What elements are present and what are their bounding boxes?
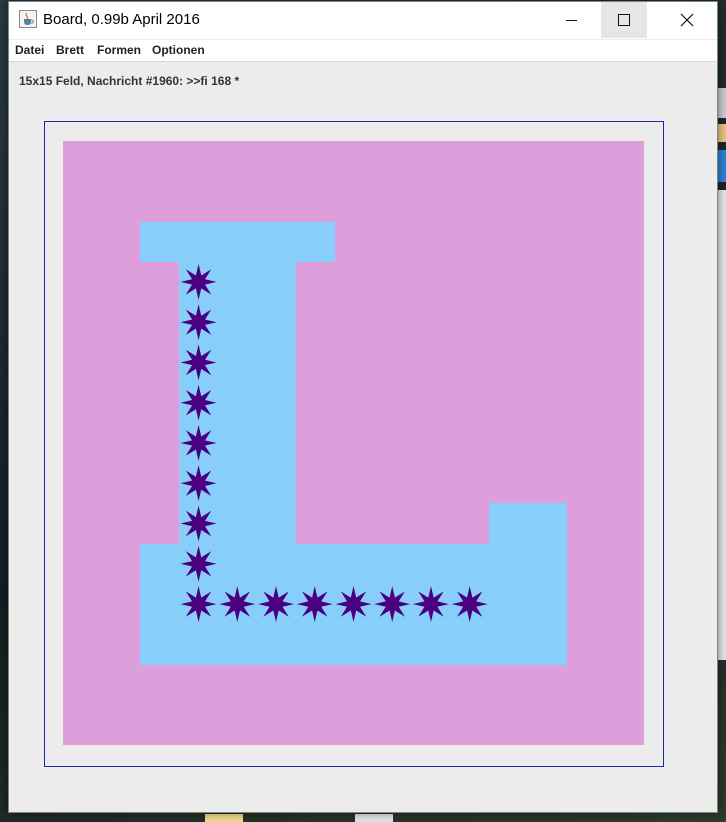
shape-cell[interactable]	[217, 261, 258, 303]
shape-cell[interactable]	[334, 543, 374, 585]
title-bar[interactable]: Board, 0.99b April 2016	[9, 2, 717, 39]
shape-cell[interactable]	[179, 302, 219, 343]
shape-cell[interactable]	[140, 583, 180, 625]
java-cup-icon	[19, 10, 37, 28]
window-title: Board, 0.99b April 2016	[43, 11, 200, 28]
shape-cell[interactable]	[527, 503, 568, 545]
shape-cell[interactable]	[256, 583, 296, 625]
shape-cell[interactable]	[179, 543, 219, 585]
shape-cell[interactable]	[295, 624, 335, 666]
shape-cell[interactable]	[217, 583, 258, 625]
shape-cell[interactable]	[217, 503, 258, 545]
shape-cell[interactable]	[527, 543, 568, 585]
shape-cell[interactable]	[527, 624, 568, 666]
shape-cell[interactable]	[295, 221, 335, 263]
shape-cell[interactable]	[179, 221, 219, 263]
shape-cell[interactable]	[256, 342, 296, 384]
menu-formen[interactable]: Formen	[97, 43, 141, 57]
shape-cell[interactable]	[489, 583, 529, 625]
menu-optionen[interactable]: Optionen	[152, 43, 205, 57]
close-icon	[680, 13, 694, 27]
shape-cell[interactable]	[489, 543, 529, 585]
shape-cell[interactable]	[527, 583, 568, 625]
shape-cell[interactable]	[179, 382, 219, 424]
menu-datei[interactable]: Datei	[15, 43, 44, 57]
shape-cell[interactable]	[140, 624, 180, 666]
shape-cell[interactable]	[217, 221, 258, 263]
shape-cell[interactable]	[256, 543, 296, 585]
board-field[interactable]	[63, 141, 644, 745]
desktop-icon	[205, 814, 243, 822]
shape-cell[interactable]	[372, 624, 413, 666]
shape-cell[interactable]	[334, 583, 374, 625]
status-message: 15x15 Feld, Nachricht #1960: >>fi 168 *	[19, 74, 240, 88]
shape-cell[interactable]	[217, 422, 258, 464]
shape-cell[interactable]	[411, 624, 451, 666]
menu-brett[interactable]: Brett	[56, 43, 84, 57]
shape-cell[interactable]	[256, 422, 296, 464]
shape-cell[interactable]	[217, 624, 258, 666]
shape-cell[interactable]	[295, 583, 335, 625]
shape-cell[interactable]	[140, 543, 180, 585]
shape-cell[interactable]	[411, 543, 451, 585]
shape-cell[interactable]	[256, 624, 296, 666]
shape-cell[interactable]	[179, 463, 219, 504]
shape-cell[interactable]	[256, 221, 296, 263]
desktop-icon	[355, 814, 393, 822]
shape-cell[interactable]	[217, 463, 258, 504]
maximize-icon	[618, 14, 630, 26]
shape-cell[interactable]	[489, 503, 529, 545]
minimize-button[interactable]	[548, 2, 594, 38]
shape-cell[interactable]	[179, 624, 219, 666]
minimize-icon	[566, 20, 577, 21]
shape-cell[interactable]	[179, 422, 219, 464]
shape-cell[interactable]	[217, 342, 258, 384]
shape-cell[interactable]	[217, 382, 258, 424]
close-button[interactable]	[663, 2, 709, 38]
shape-cell[interactable]	[372, 543, 413, 585]
shape-cell[interactable]	[256, 261, 296, 303]
shape-cell[interactable]	[450, 583, 490, 625]
shape-cell[interactable]	[450, 624, 490, 666]
shape-cell[interactable]	[179, 342, 219, 384]
maximize-button[interactable]	[601, 2, 647, 38]
shape-cell[interactable]	[217, 302, 258, 343]
shape-cell[interactable]	[217, 543, 258, 585]
shape-cell[interactable]	[140, 221, 180, 263]
shape-cell[interactable]	[411, 583, 451, 625]
shape-cell[interactable]	[179, 261, 219, 303]
shape-cell[interactable]	[334, 624, 374, 666]
shape-cell[interactable]	[256, 503, 296, 545]
shape-cell[interactable]	[295, 543, 335, 585]
shape-cell[interactable]	[256, 302, 296, 343]
shape-cell[interactable]	[256, 382, 296, 424]
shape-cell[interactable]	[179, 503, 219, 545]
shape-cell[interactable]	[179, 583, 219, 625]
shape-cell[interactable]	[489, 624, 529, 666]
shape-cell[interactable]	[256, 463, 296, 504]
shape-cell[interactable]	[450, 543, 490, 585]
menu-bar: Datei Brett Formen Optionen	[9, 40, 717, 62]
shape-cell[interactable]	[372, 583, 413, 625]
